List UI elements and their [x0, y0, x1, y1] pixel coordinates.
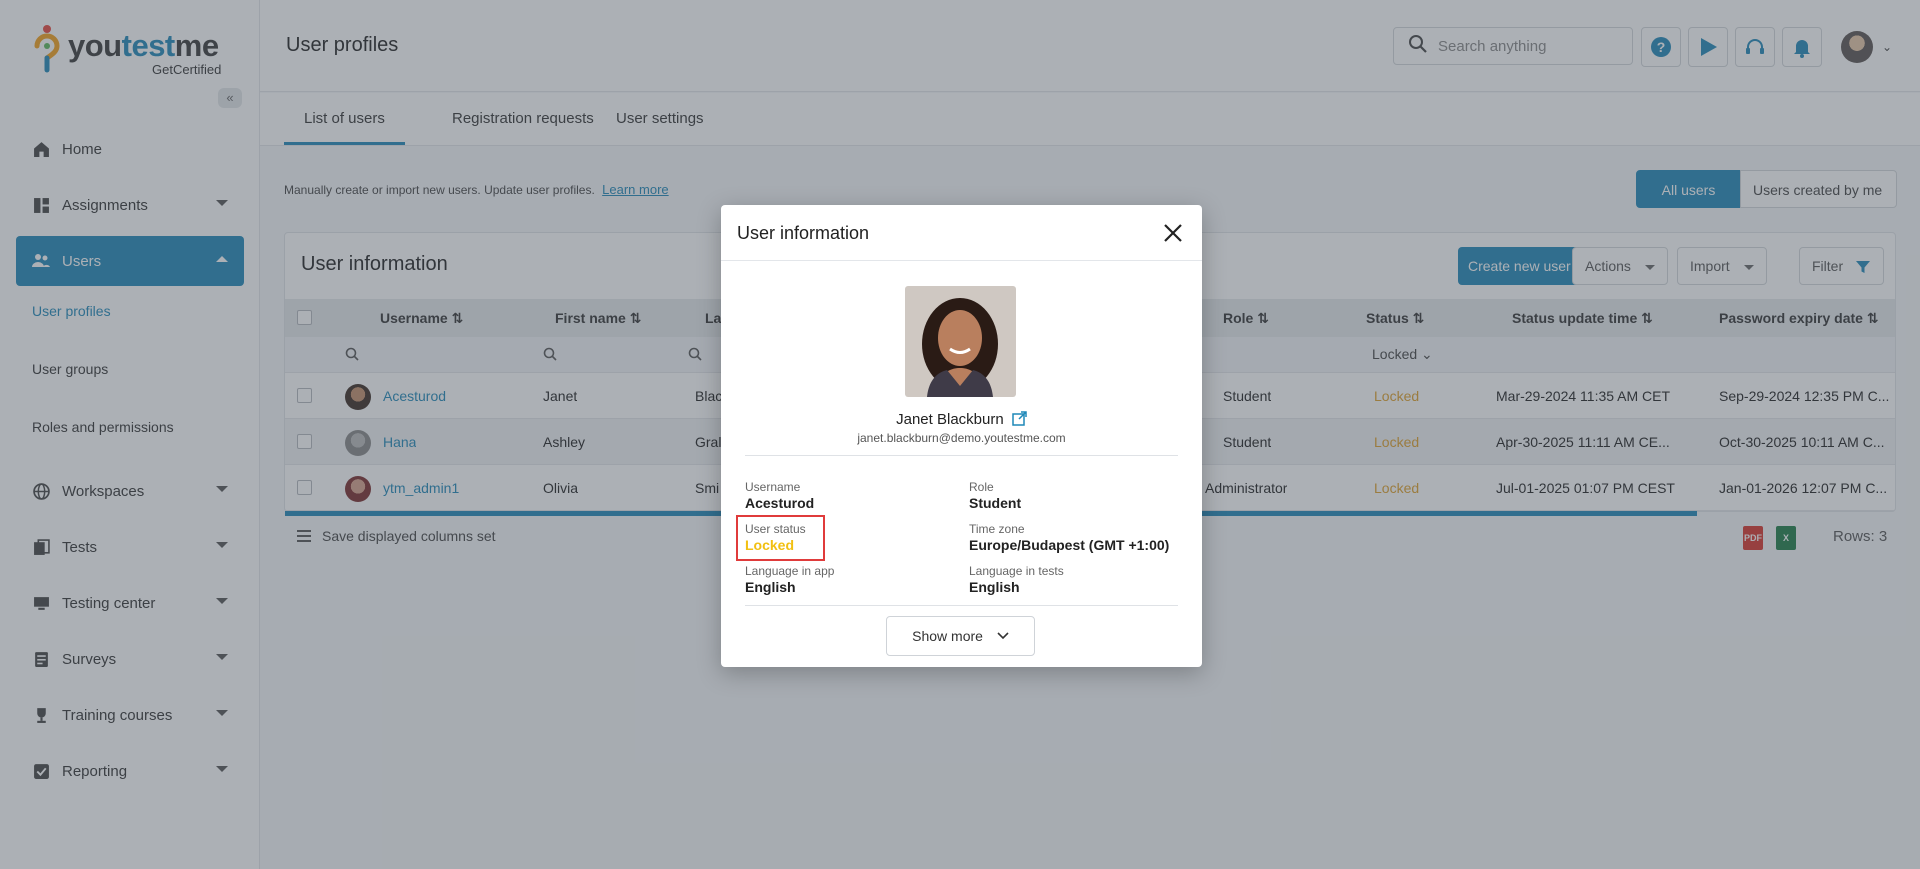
external-link-icon[interactable] — [1012, 411, 1027, 426]
user-status-label: User status — [745, 522, 806, 536]
role-label: Role — [969, 480, 994, 494]
language-tests-value: English — [969, 579, 1020, 595]
user-photo — [905, 286, 1016, 397]
dialog-header: User information — [721, 205, 1202, 261]
time-zone-label: Time zone — [969, 522, 1025, 536]
username-label: Username — [745, 480, 801, 494]
time-zone-value: Europe/Budapest (GMT +1:00) — [969, 537, 1170, 553]
username-value: Acesturod — [745, 495, 815, 511]
user-full-name: Janet Blackburn — [721, 411, 1202, 428]
chevron-down-icon — [997, 632, 1009, 640]
show-more-label: Show more — [912, 628, 983, 644]
dialog-title: User information — [737, 223, 870, 243]
language-tests-label: Language in tests — [969, 564, 1064, 578]
user-information-dialog: User information Janet Blackburn janet.b… — [721, 205, 1202, 667]
divider — [745, 455, 1178, 456]
show-more-button[interactable]: Show more — [886, 616, 1035, 656]
user-email: janet.blackburn@demo.youtestme.com — [857, 431, 1066, 445]
language-app-value: English — [745, 579, 796, 595]
divider — [745, 605, 1178, 606]
close-icon[interactable] — [1162, 222, 1184, 244]
role-value: Student — [969, 495, 1022, 511]
user-status-value: Locked — [745, 537, 795, 553]
language-app-label: Language in app — [745, 564, 835, 578]
